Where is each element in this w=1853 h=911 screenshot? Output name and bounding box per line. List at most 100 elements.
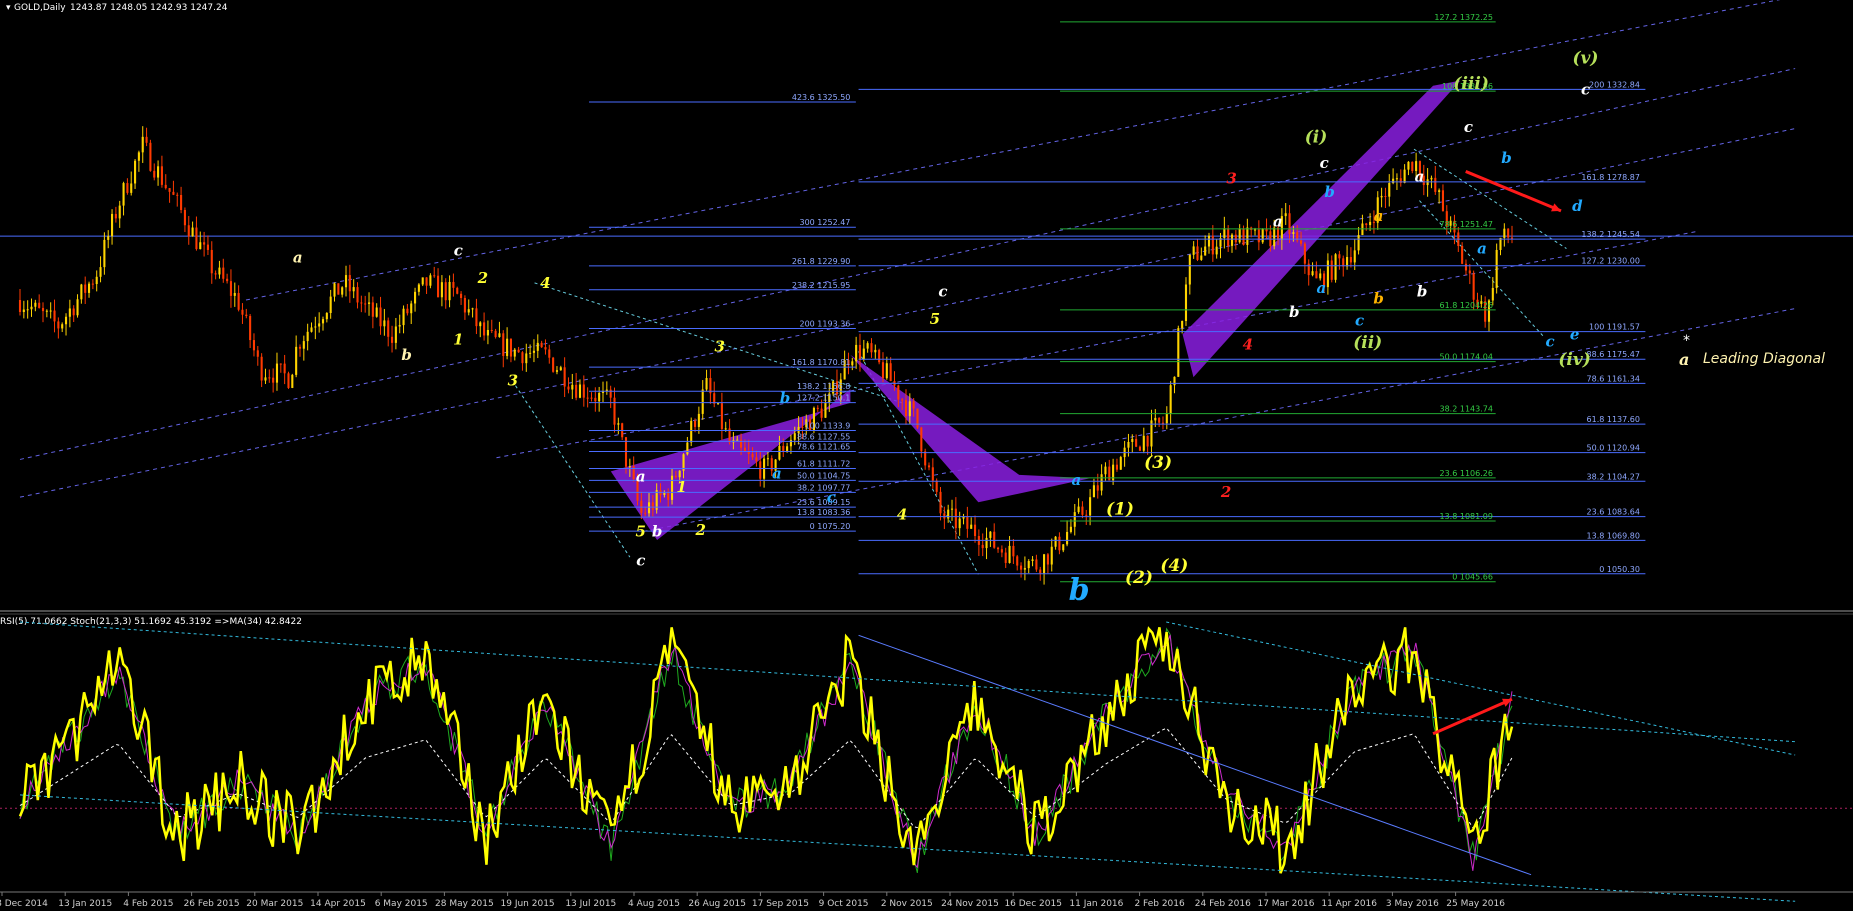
candle-body [1200, 255, 1203, 260]
candle-body [172, 191, 175, 195]
candle-body [927, 465, 931, 468]
candle-body [1146, 435, 1149, 447]
candle-body [333, 283, 336, 297]
candle-body [367, 302, 371, 304]
candle-body [245, 314, 248, 317]
candle-body [1334, 254, 1337, 280]
candle-body [1395, 178, 1398, 180]
candle-body [874, 349, 877, 353]
candle-body [141, 136, 144, 153]
candle-body [590, 397, 593, 399]
candle-body [1315, 271, 1318, 279]
candle-body [1039, 569, 1042, 574]
candle-body [920, 427, 923, 452]
wave-label: e [1570, 325, 1580, 343]
legend-a-icon: a [1679, 350, 1689, 369]
x-tick-label: 4 Aug 2015 [628, 899, 680, 909]
wave-label: (2) [1125, 568, 1153, 588]
candle-body [1115, 464, 1118, 470]
fib-right-label: 23.6 1083.64 [1587, 508, 1640, 517]
candle-body [268, 377, 271, 379]
candle-body [1100, 474, 1103, 491]
candle-body [68, 308, 71, 317]
candle-body [1173, 376, 1176, 386]
candle-body [855, 344, 858, 362]
candle-body [858, 344, 862, 360]
x-tick-label: 17 Mar 2016 [1257, 899, 1314, 909]
fib-left-label: 200 1193.36 [799, 320, 850, 329]
candle-body [939, 491, 942, 514]
candle-body [1188, 254, 1191, 285]
candle-body [291, 374, 294, 388]
candle-body [421, 277, 424, 285]
candle-body [1353, 250, 1356, 263]
wave-label: b [1289, 303, 1300, 321]
candle-body [375, 307, 378, 317]
candle-body [578, 384, 582, 398]
candle-body [1192, 246, 1195, 255]
candle-body [1096, 485, 1099, 491]
candle-body [387, 320, 390, 337]
fib-left-label: 50.0 1104.75 [797, 471, 850, 480]
candle-body [1357, 235, 1360, 251]
candle-body [686, 442, 689, 455]
fib-left-label: 161.8 1170.81 [792, 358, 851, 367]
candle-body [329, 296, 332, 314]
fib-right-label: 88.6 1175.47 [1587, 350, 1640, 359]
candle-body [720, 403, 723, 429]
candle-body [72, 308, 75, 316]
candle-body [84, 284, 87, 293]
chart-background [0, 0, 1853, 911]
candle-body [1238, 228, 1241, 243]
legend-star: * [1683, 333, 1690, 349]
candle-body [1242, 228, 1245, 245]
fib-right-label: 138.2 1245.54 [1581, 230, 1640, 239]
candle-body [1004, 552, 1007, 563]
indicator-label: RSI(5) 71.0662 Stoch(21,3,3) 51.1692 45.… [0, 617, 302, 627]
candle-body [1154, 417, 1157, 421]
symbol-dropdown-icon[interactable]: ▾ [6, 3, 11, 13]
candle-body [851, 361, 854, 366]
candle-body [1288, 213, 1291, 234]
candle-body [1104, 466, 1107, 475]
candle-body [314, 326, 317, 328]
candle-body [1299, 240, 1303, 244]
candle-body [348, 275, 351, 292]
x-tick-label: 4 Feb 2015 [123, 899, 173, 909]
candle-body [1177, 328, 1180, 377]
candle-body [1319, 273, 1322, 279]
candle-body [490, 330, 493, 332]
fib-left-label: 261.8 1229.90 [792, 257, 851, 266]
fib-right-label: 0 1050.30 [1599, 565, 1640, 574]
candle-body [264, 377, 267, 381]
candle-body [743, 447, 746, 452]
candle-body [1223, 228, 1226, 238]
candle-body [337, 283, 340, 295]
candle-body [433, 275, 436, 277]
candle-body [494, 330, 497, 338]
candle-body [1338, 254, 1341, 259]
candle-body [548, 349, 551, 358]
candle-body [1138, 446, 1142, 451]
candle-body [437, 275, 440, 298]
candle-body [513, 349, 516, 357]
candle-body [989, 531, 992, 538]
candle-body [717, 403, 720, 405]
fib-right-label: 13.8 1069.80 [1587, 531, 1640, 540]
candle-body [1204, 246, 1207, 256]
candle-body [241, 309, 244, 315]
candle-body [705, 378, 708, 390]
candle-body [540, 342, 543, 348]
wave-label: (1) [1106, 499, 1134, 519]
candle-body [1403, 169, 1406, 183]
x-tick-label: 17 Sep 2015 [752, 899, 809, 909]
fib-green-label: 13.8 1081.09 [1440, 512, 1493, 521]
wave-label: c [938, 283, 947, 301]
candle-body [1284, 213, 1287, 217]
wave-label: 5 [636, 523, 646, 541]
candle-body [149, 142, 152, 171]
candle-body [260, 356, 263, 381]
candle-body [456, 287, 459, 294]
candle-body [1430, 177, 1433, 180]
candle-body [191, 227, 194, 237]
